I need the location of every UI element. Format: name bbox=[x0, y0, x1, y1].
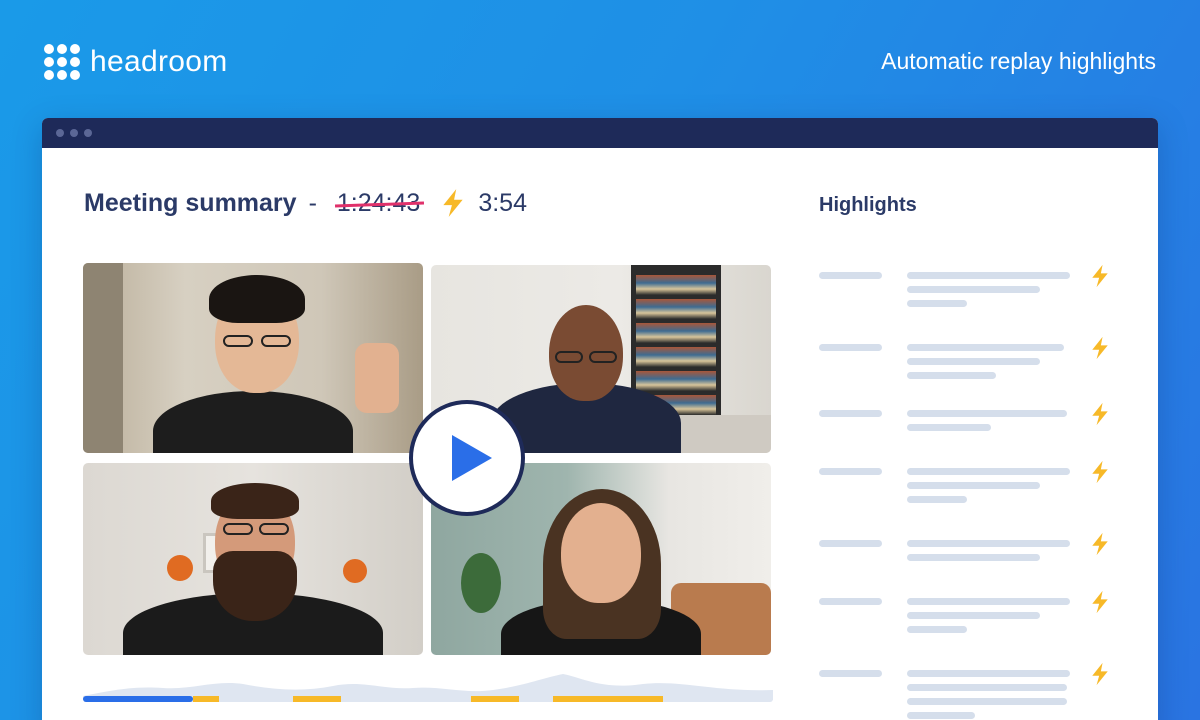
timeline-progress bbox=[83, 696, 193, 702]
play-button[interactable] bbox=[409, 400, 525, 516]
window-dot[interactable] bbox=[70, 129, 78, 137]
headroom-logo[interactable]: headroom bbox=[44, 44, 228, 80]
participant-4-avatar bbox=[491, 463, 711, 655]
meeting-summary-header: Meeting summary - 1:24:43 3:54 bbox=[84, 188, 527, 218]
video-tile-participant-3[interactable] bbox=[83, 463, 423, 655]
lightning-bolt-icon bbox=[1092, 590, 1108, 614]
window-title-bar bbox=[42, 118, 1158, 148]
title-separator: - bbox=[308, 188, 317, 217]
lightning-bolt-icon bbox=[1092, 532, 1108, 556]
play-icon bbox=[452, 435, 492, 481]
lightning-bolt-icon bbox=[1092, 402, 1108, 426]
original-duration: 1:24:43 bbox=[336, 188, 421, 217]
brand-name: headroom bbox=[90, 45, 228, 78]
highlight-item[interactable] bbox=[819, 402, 1119, 436]
lightning-bolt-icon bbox=[1092, 460, 1108, 484]
lightning-bolt-icon bbox=[1092, 662, 1108, 686]
highlights-title: Highlights bbox=[819, 194, 917, 216]
highlight-item[interactable] bbox=[819, 460, 1119, 508]
video-tile-participant-1[interactable] bbox=[83, 263, 423, 453]
window-dot[interactable] bbox=[84, 129, 92, 137]
app-window: Meeting summary - 1:24:43 3:54 Highlight… bbox=[42, 118, 1158, 720]
timeline-highlight-segment bbox=[471, 696, 519, 702]
highlight-duration: 3:54 bbox=[478, 188, 527, 217]
replay-timeline[interactable] bbox=[83, 666, 773, 706]
window-dot[interactable] bbox=[56, 129, 64, 137]
meeting-summary-title: Meeting summary bbox=[84, 188, 297, 217]
video-grid bbox=[83, 263, 771, 655]
lightning-bolt-icon bbox=[1092, 264, 1108, 288]
top-bar: headroom Automatic replay highlights bbox=[0, 0, 1200, 118]
timeline-highlight-segment bbox=[293, 696, 341, 702]
highlight-item[interactable] bbox=[819, 532, 1119, 566]
timeline-highlight-segment bbox=[553, 696, 663, 702]
headroom-logo-icon bbox=[44, 44, 80, 80]
timeline-highlight-segment bbox=[193, 696, 219, 702]
participant-3-avatar bbox=[123, 463, 383, 655]
tagline: Automatic replay highlights bbox=[881, 48, 1156, 74]
highlight-item[interactable] bbox=[819, 336, 1119, 384]
participant-1-avatar bbox=[143, 263, 399, 453]
highlight-item[interactable] bbox=[819, 662, 1119, 720]
highlight-item[interactable] bbox=[819, 590, 1119, 638]
lightning-bolt-icon bbox=[1092, 336, 1108, 360]
lightning-bolt-icon bbox=[443, 189, 463, 217]
highlight-item[interactable] bbox=[819, 264, 1119, 312]
